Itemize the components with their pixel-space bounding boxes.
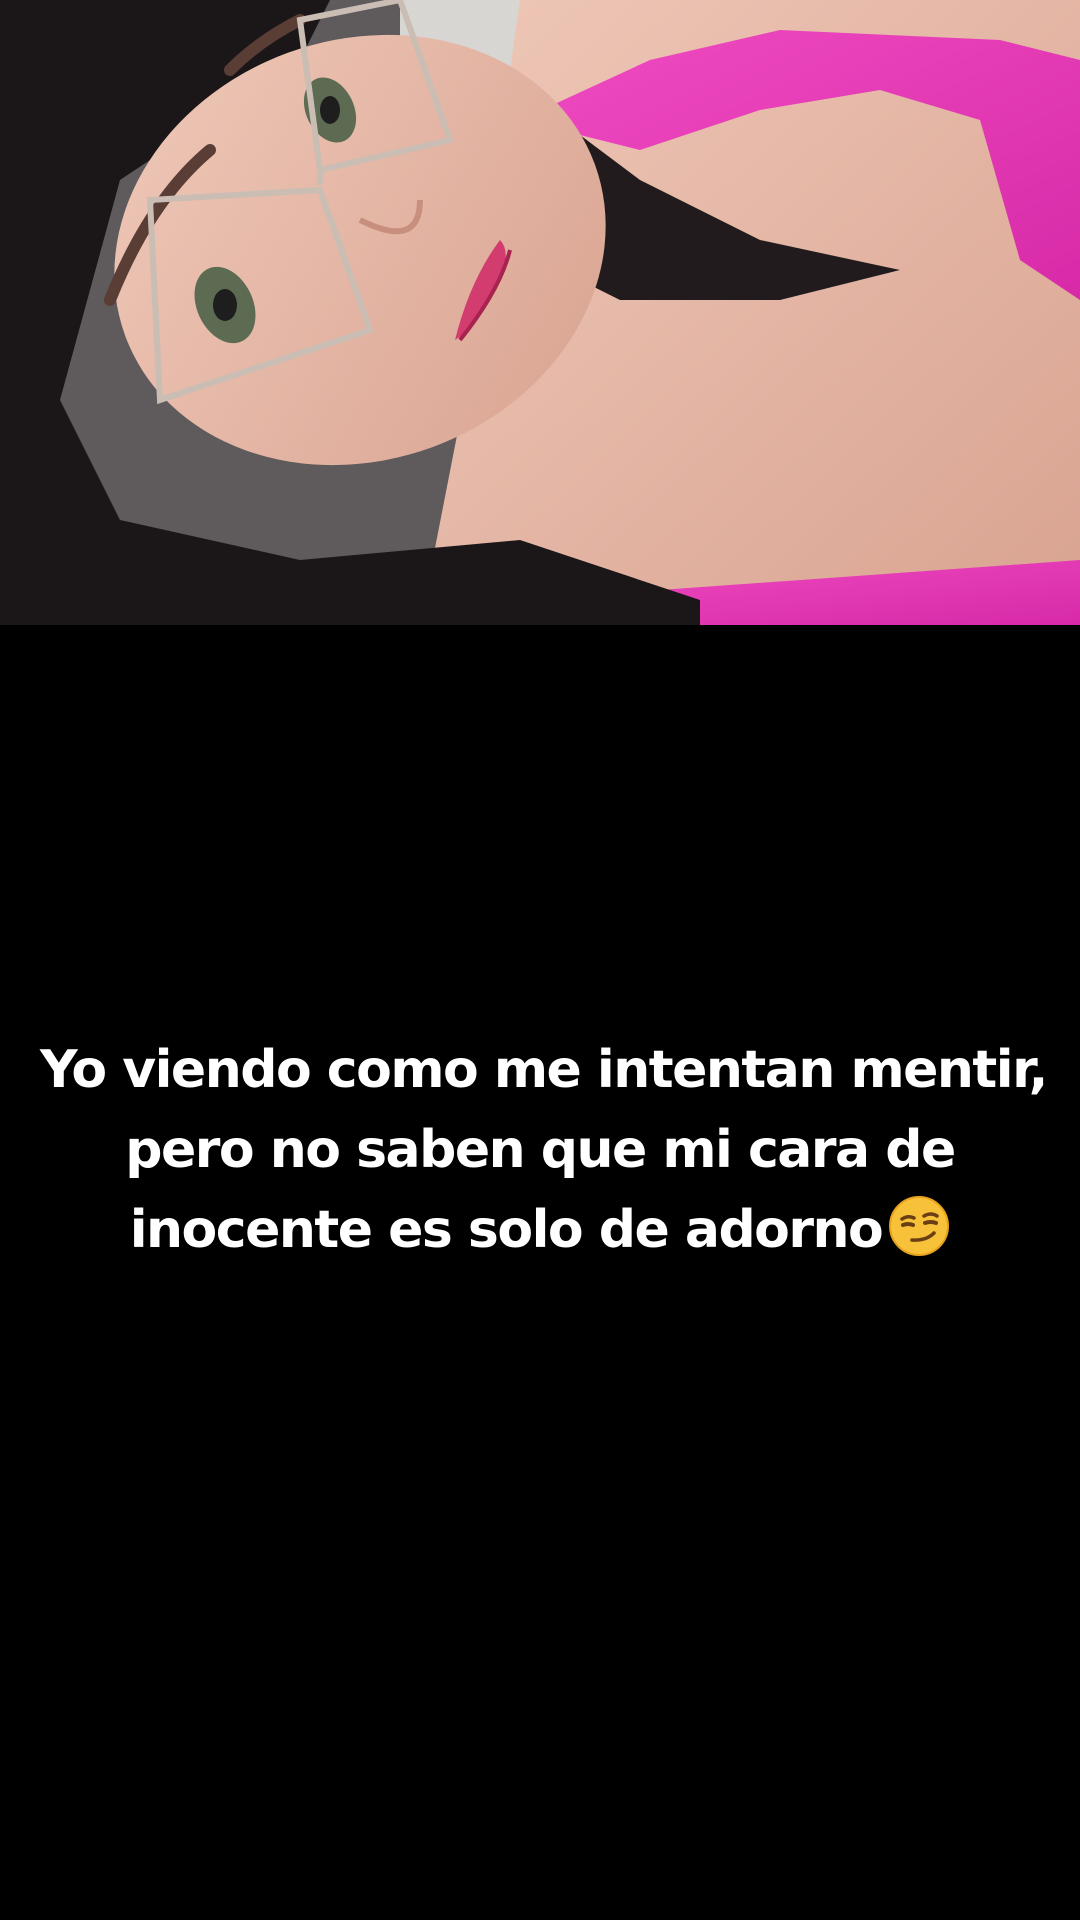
caption-line-2: pero no saben que mi cara de — [125, 1120, 956, 1180]
caption-line-1: Yo viendo como me intentan mentir, — [40, 1040, 1048, 1100]
caption-line-3: inocente es solo de adorno — [40, 1190, 1040, 1270]
photo-illustration — [0, 0, 1080, 625]
caption-line-3-text: inocente es solo de adorno — [129, 1200, 884, 1260]
caption-text: Yo viendo como me intentan mentir, pero … — [40, 1030, 1048, 1270]
smirking-face-emoji — [888, 1195, 950, 1257]
selfie-photo — [0, 0, 1080, 625]
